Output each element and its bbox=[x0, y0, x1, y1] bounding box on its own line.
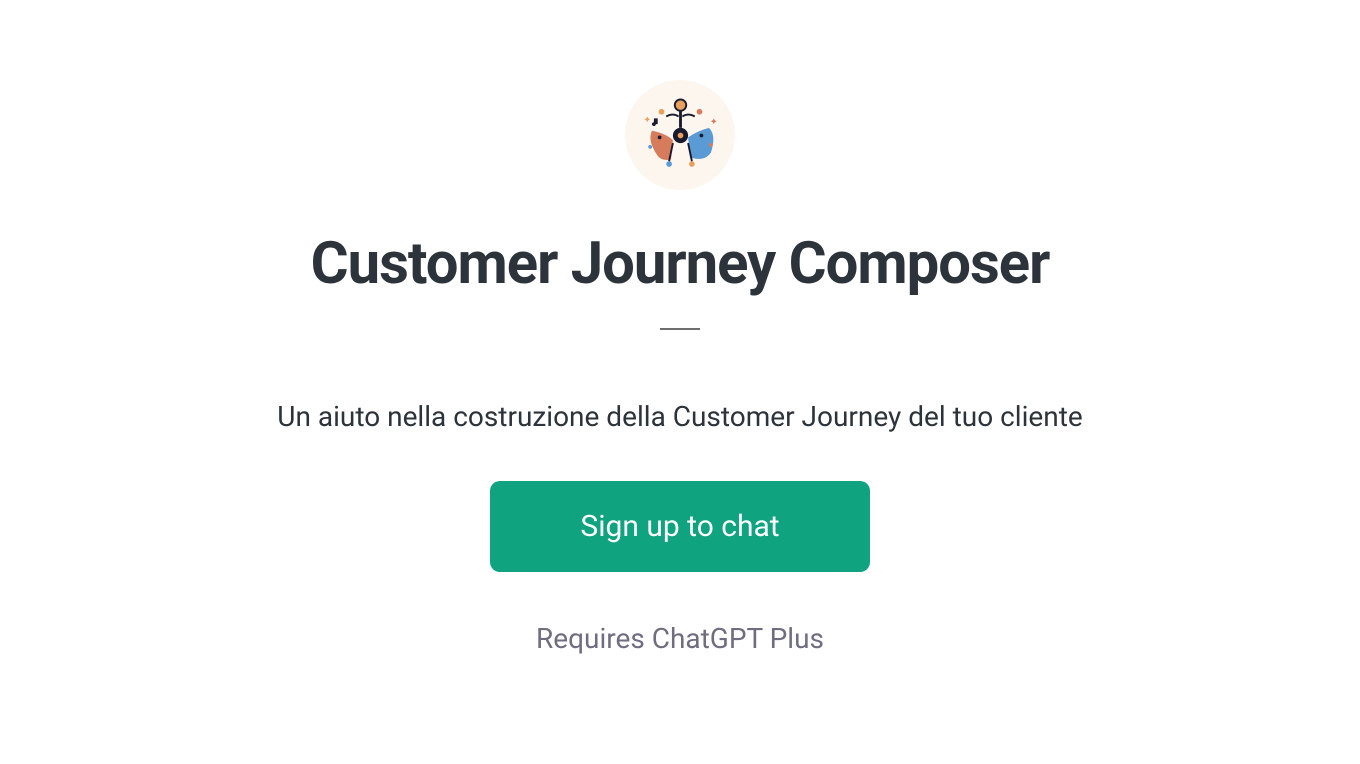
page-description: Un aiuto nella costruzione della Custome… bbox=[277, 400, 1082, 433]
app-logo bbox=[625, 80, 735, 190]
divider bbox=[660, 328, 700, 330]
requires-label: Requires ChatGPT Plus bbox=[536, 622, 824, 655]
signup-button[interactable]: Sign up to chat bbox=[490, 481, 869, 572]
journey-composer-icon bbox=[633, 88, 728, 183]
page-title: Customer Journey Composer bbox=[311, 230, 1050, 298]
